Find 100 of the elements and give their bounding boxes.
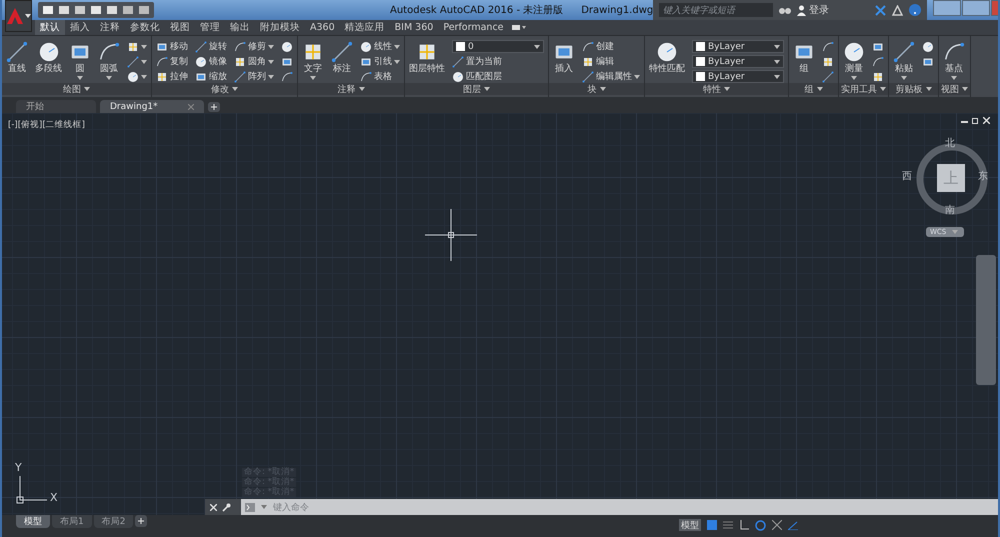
panel-title-button[interactable]: 注释: [298, 83, 404, 95]
panel-title-button[interactable]: 块: [549, 83, 644, 95]
tool-button[interactable]: 镜像: [195, 55, 227, 68]
search-field[interactable]: 键入关键字或短语: [659, 3, 774, 17]
icon-button[interactable]: [922, 40, 934, 53]
ribbon-tab[interactable]: 输出: [225, 20, 255, 35]
icon-button[interactable]: [281, 70, 293, 83]
tool-button[interactable]: 圆弧: [97, 40, 121, 82]
viewport-controls-label[interactable]: [-][俯视][二维线框]: [8, 119, 85, 131]
tool-button[interactable]: 编辑属性: [582, 70, 640, 83]
ribbon-tab[interactable]: A360: [305, 20, 340, 35]
tool-icon: [360, 70, 372, 82]
icon-button[interactable]: [281, 40, 293, 53]
document-tab[interactable]: Drawing1*: [100, 100, 204, 113]
ribbon-tab[interactable]: 参数化: [125, 20, 165, 35]
triangle-icon[interactable]: [892, 4, 904, 16]
ribbon-tab[interactable]: 精选应用: [340, 20, 390, 35]
layout-tab[interactable]: 模型: [16, 515, 50, 528]
ribbon-tab[interactable]: Performance: [438, 20, 509, 35]
tool-button[interactable]: 多段线: [34, 40, 63, 76]
tool-button[interactable]: 表格: [360, 70, 400, 83]
dropdown-field[interactable]: ByLayer: [692, 40, 784, 53]
toolbar-icon[interactable]: [122, 4, 134, 16]
icon-button[interactable]: [822, 70, 834, 83]
app-logo-icon: [6, 7, 24, 25]
panel-title-button[interactable]: 特性: [645, 83, 788, 95]
tool-button[interactable]: 圆角: [234, 55, 274, 68]
icon-button[interactable]: [872, 55, 884, 68]
toolbar-icon[interactable]: [90, 4, 102, 16]
tool-button[interactable]: 测量: [842, 40, 866, 82]
compass-west[interactable]: 西: [902, 169, 912, 183]
new-layout-icon[interactable]: [135, 515, 148, 527]
tool-button[interactable]: 标注: [330, 40, 354, 76]
tool-button[interactable]: 圆: [68, 40, 92, 82]
document-tab[interactable]: 开始: [16, 100, 96, 113]
tool-button[interactable]: 编辑: [582, 55, 640, 68]
tool-button[interactable]: 线性: [360, 40, 400, 53]
ribbon-tab[interactable]: 视图: [165, 20, 195, 35]
ribbon-tab[interactable]: BIM 360: [390, 20, 438, 35]
toolbar-icon[interactable]: [42, 4, 54, 16]
tool-button[interactable]: 图层特性: [408, 40, 446, 76]
icon-button[interactable]: [127, 70, 147, 83]
tool-button[interactable]: 创建: [582, 40, 640, 53]
icon-button[interactable]: [127, 55, 147, 68]
panel-title-button[interactable]: 修改: [152, 83, 297, 95]
tool-button[interactable]: 引线: [360, 55, 400, 68]
model-space-button[interactable]: 模型: [679, 519, 701, 531]
tool-button[interactable]: 复制: [156, 55, 188, 68]
ribbon-tab[interactable]: 默认: [35, 20, 65, 35]
tool-icon: [234, 70, 246, 82]
tool-button[interactable]: 直线: [5, 40, 29, 76]
tool-button[interactable]: 基点: [942, 40, 966, 82]
icon-button[interactable]: [872, 70, 884, 83]
dropdown-field[interactable]: ByLayer: [692, 55, 784, 68]
tool-button[interactable]: 插入: [552, 40, 576, 76]
ribbon-tab[interactable]: 注释: [95, 20, 125, 35]
tool-button[interactable]: 粘贴: [892, 40, 916, 82]
tool-button[interactable]: 特性匹配: [648, 40, 686, 76]
toolbar-icon[interactable]: [74, 4, 86, 16]
ribbon-tab[interactable]: 插入: [65, 20, 95, 35]
panel-title-button[interactable]: 绘图: [2, 83, 151, 95]
caret-icon: [534, 44, 540, 48]
panel-title-button[interactable]: 实用工具: [839, 83, 888, 95]
icon-button[interactable]: [127, 40, 147, 53]
layout-tab[interactable]: 布局2: [94, 515, 134, 528]
tool-button[interactable]: 组: [792, 40, 816, 76]
tool-button[interactable]: 阵列: [234, 70, 274, 83]
panel-title-button[interactable]: 图层: [405, 83, 548, 95]
panel-title-button[interactable]: 剪贴板: [889, 83, 938, 95]
tool-button[interactable]: 拉伸: [156, 70, 188, 83]
application-menu-button[interactable]: [5, 0, 32, 32]
icon-button[interactable]: [822, 55, 834, 68]
minimize-button[interactable]: [933, 0, 962, 16]
sign-in-button[interactable]: 登录: [797, 3, 870, 17]
restore-icon[interactable]: [972, 117, 979, 124]
toolbar-icon[interactable]: [106, 4, 118, 16]
tool-button[interactable]: 修剪: [234, 40, 274, 53]
ribbon-tab[interactable]: 附加模块: [255, 20, 305, 35]
panel-title-button[interactable]: 视图: [939, 83, 970, 95]
panel-title-button[interactable]: 组: [789, 83, 838, 95]
dropdown-field[interactable]: ByLayer: [692, 70, 784, 83]
icon-button[interactable]: [822, 40, 834, 53]
dropdown-field[interactable]: 0: [452, 40, 544, 53]
tool-button[interactable]: 置为当前: [452, 55, 544, 68]
window-title: Autodesk AutoCAD 2016 - 未注册版: [390, 4, 564, 17]
tool-button[interactable]: 移动: [156, 40, 188, 53]
toolbar-icon[interactable]: [138, 4, 150, 16]
caret-icon: [268, 44, 274, 48]
tool-button[interactable]: 缩放: [195, 70, 227, 83]
maximize-button[interactable]: [962, 0, 990, 16]
toolbar-icon[interactable]: [58, 4, 70, 16]
help-icon[interactable]: [909, 4, 922, 16]
tool-button[interactable]: 匹配图层: [452, 70, 544, 83]
ribbon-tab[interactable]: 管理: [195, 20, 225, 35]
wrench-icon[interactable]: [222, 502, 231, 512]
tool-icon: [156, 40, 168, 52]
tool-button[interactable]: 旋转: [195, 40, 227, 53]
layout-tab[interactable]: 布局1: [52, 515, 92, 528]
compass-north[interactable]: 北: [945, 136, 955, 150]
tool-button[interactable]: 文字: [301, 40, 325, 82]
